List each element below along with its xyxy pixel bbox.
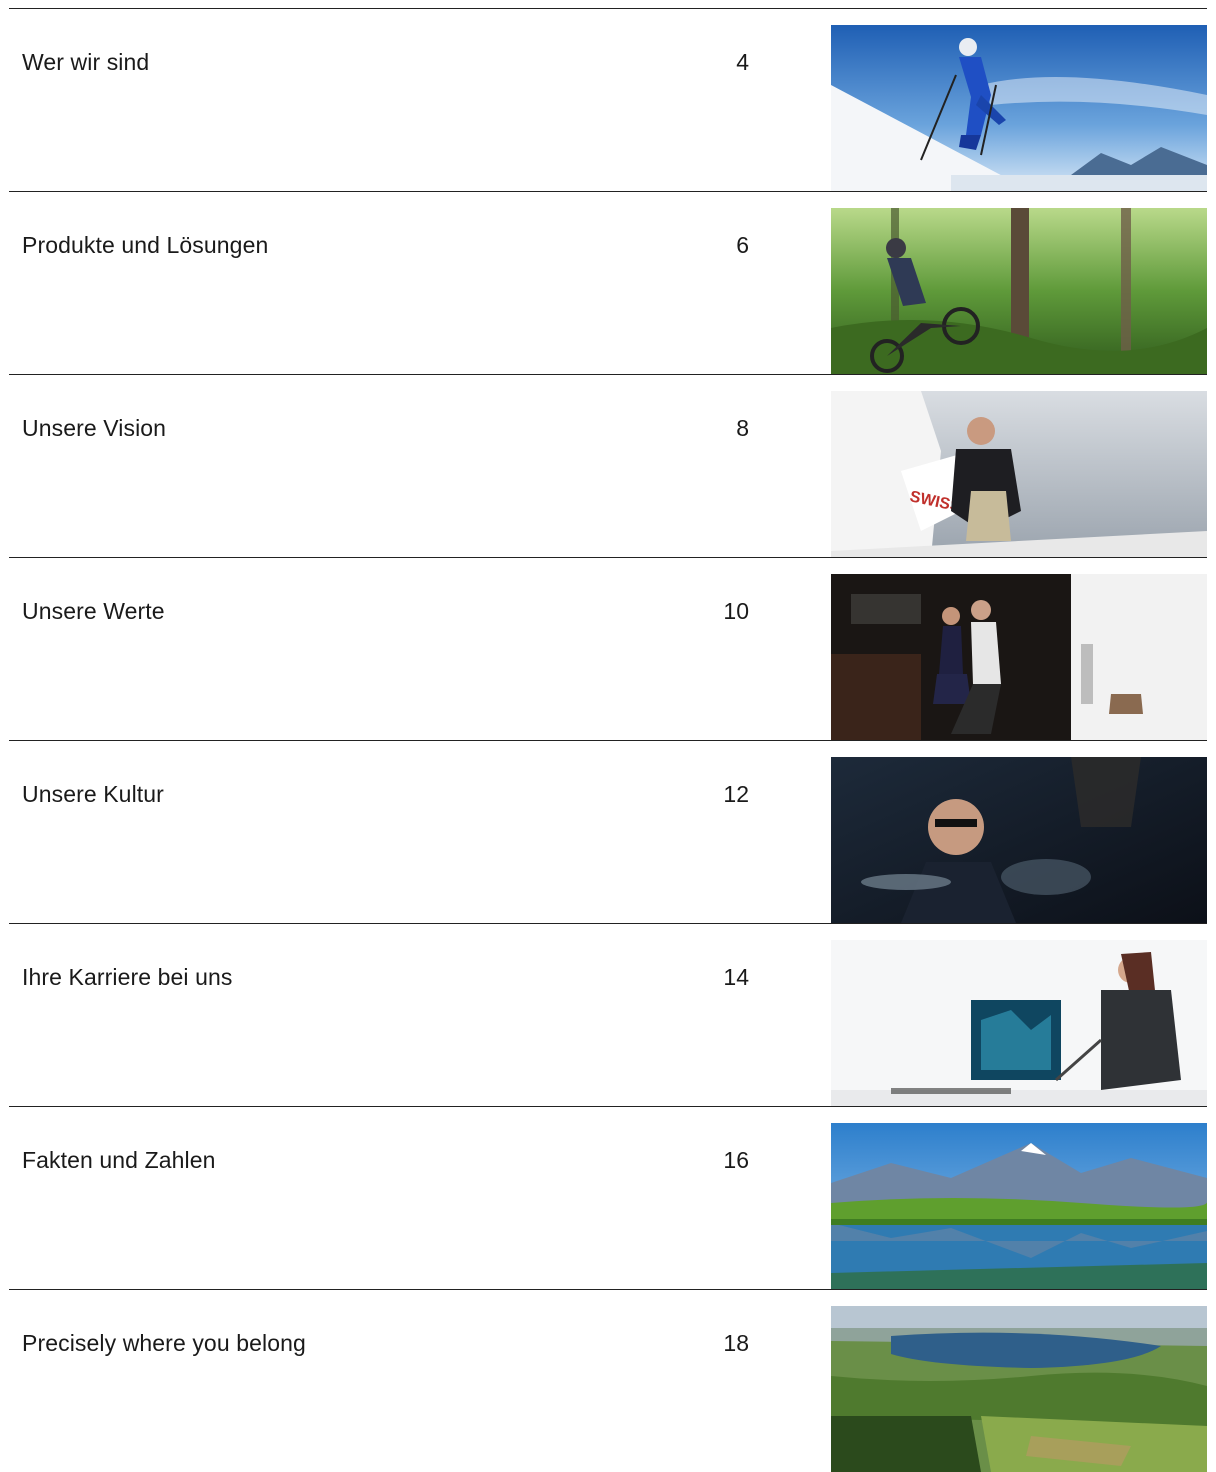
toc-entry-title: Unsere Vision (22, 415, 167, 441)
toc-entry-title: Unsere Werte (22, 598, 165, 624)
man-beside-aircraft-image: SWISS (831, 391, 1207, 557)
table-of-contents: Wer wir sind 4 Produkte und Lösungen 6 U… (9, 8, 1207, 1472)
toc-entry-title: Ihre Karriere bei uns (22, 964, 233, 990)
woman-painting-image (831, 940, 1207, 1106)
toc-entry[interactable]: Fakten und Zahlen 16 (9, 1106, 1207, 1289)
toc-entry[interactable]: Unsere Vision 8 SWISS (9, 374, 1207, 557)
toc-entry-page: 14 (723, 964, 749, 990)
skier-on-slope-image (831, 25, 1207, 191)
toc-entry-title: Fakten und Zahlen (22, 1147, 216, 1173)
toc-entry[interactable]: Produkte und Lösungen 6 (9, 191, 1207, 374)
toc-entry-page: 4 (736, 49, 749, 75)
alpine-lake-image (831, 1123, 1207, 1289)
toc-entry-title: Unsere Kultur (22, 781, 164, 807)
toc-entry-title: Wer wir sind (22, 49, 150, 75)
toc-entry-page: 8 (736, 415, 749, 441)
mountain-biker-forest-image (831, 208, 1207, 374)
dancing-couple-image (831, 574, 1207, 740)
toc-entry[interactable]: Ihre Karriere bei uns 14 (9, 923, 1207, 1106)
toc-entry-page: 10 (723, 598, 749, 624)
toc-entry[interactable]: Wer wir sind 4 (9, 8, 1207, 191)
aerial-landscape-image (831, 1306, 1207, 1472)
drummer-image (831, 757, 1207, 923)
toc-entry-page: 16 (723, 1147, 749, 1173)
toc-entry[interactable]: Unsere Werte 10 (9, 557, 1207, 740)
toc-entry-page: 12 (723, 781, 749, 807)
toc-entry-title: Precisely where you belong (22, 1330, 306, 1356)
toc-entry[interactable]: Precisely where you belong 18 (9, 1289, 1207, 1472)
toc-entry-page: 18 (723, 1330, 749, 1356)
toc-entry[interactable]: Unsere Kultur 12 (9, 740, 1207, 923)
toc-entry-title: Produkte und Lösungen (22, 232, 269, 258)
toc-entry-page: 6 (736, 232, 749, 258)
